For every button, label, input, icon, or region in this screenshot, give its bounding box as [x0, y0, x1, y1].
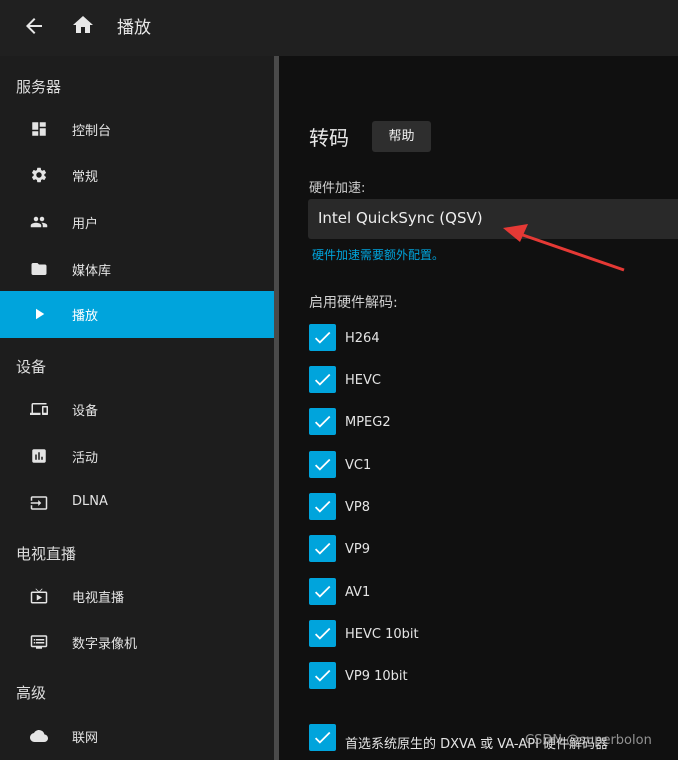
codec-checkbox-vp8[interactable] — [309, 493, 336, 520]
check-icon — [314, 669, 331, 682]
check-icon — [314, 542, 331, 555]
back-arrow-icon[interactable] — [22, 14, 46, 38]
codec-label: VC1 — [345, 458, 372, 473]
sidebar-item-label: 媒体库 — [72, 264, 112, 279]
folder-icon — [31, 263, 47, 275]
sidebar-item-label: 用户 — [72, 217, 99, 232]
codec-label: H264 — [345, 331, 380, 346]
sidebar-item-label: 电视直播 — [72, 591, 125, 606]
check-icon — [314, 585, 331, 598]
sidebar-item-users[interactable]: 用户 — [0, 199, 274, 246]
sidebar-item-dlna[interactable]: DLNA — [0, 480, 274, 527]
dvr-icon — [30, 635, 48, 649]
sidebar-item-activity[interactable]: 活动 — [0, 433, 274, 480]
sidebar-item-label: DLNA — [72, 494, 108, 509]
codec-checkbox-hevc-10bit[interactable] — [309, 620, 336, 647]
watermark: CSDN @superbolon — [525, 733, 652, 748]
top-bar: 播放 — [0, 0, 678, 56]
hw-decode-title: 启用硬件解码: — [309, 295, 398, 311]
hw-accel-selected-value: Intel QuickSync (QSV) — [318, 209, 483, 227]
page-title: 播放 — [117, 18, 151, 38]
sidebar-item-devices[interactable]: 设备 — [0, 386, 274, 433]
home-icon[interactable] — [71, 13, 95, 37]
check-icon — [314, 458, 331, 471]
sidebar-item-live-tv[interactable]: 电视直播 — [0, 573, 274, 620]
help-button[interactable]: 帮助 — [372, 121, 431, 152]
input-icon — [30, 496, 48, 510]
dashboard-icon — [32, 122, 46, 136]
codec-checkbox-h264[interactable] — [309, 324, 336, 351]
check-icon — [314, 331, 331, 344]
hw-accel-config-link[interactable]: 硬件加速需要额外配置。 — [312, 246, 444, 263]
sidebar-item-libraries[interactable]: 媒体库 — [0, 246, 274, 293]
codec-label: HEVC — [345, 373, 381, 388]
gear-icon — [31, 167, 47, 183]
sidebar-item-label: 联网 — [72, 731, 99, 746]
sidebar-item-general[interactable]: 常规 — [0, 152, 274, 199]
hw-accel-label: 硬件加速: — [309, 181, 366, 196]
sidebar-item-label: 播放 — [72, 309, 99, 324]
check-icon — [314, 500, 331, 513]
codec-label: HEVC 10bit — [345, 627, 419, 642]
people-icon — [30, 216, 48, 228]
section-title-advanced: 高级 — [16, 684, 47, 702]
devices-icon — [30, 403, 48, 415]
codec-checkbox-hevc[interactable] — [309, 366, 336, 393]
codec-checkbox-vp9-10bit[interactable] — [309, 662, 336, 689]
codec-label: VP9 — [345, 542, 371, 557]
sidebar-item-dvr[interactable]: 数字录像机 — [0, 619, 274, 666]
cloud-icon — [30, 730, 48, 742]
check-icon — [314, 373, 331, 386]
codec-label: VP8 — [345, 500, 371, 515]
check-icon — [314, 415, 331, 428]
section-heading-transcoding: 转码 — [309, 126, 349, 150]
check-icon — [314, 731, 331, 744]
hw-accel-select[interactable]: Intel QuickSync (QSV) — [308, 199, 678, 239]
codec-label: AV1 — [345, 585, 371, 600]
sidebar-item-playback[interactable]: 播放 — [0, 291, 274, 338]
prefer-native-decoder-checkbox[interactable] — [309, 724, 336, 751]
check-icon — [314, 627, 331, 640]
section-title-devices: 设备 — [16, 358, 47, 376]
codec-checkbox-vc1[interactable] — [309, 451, 336, 478]
section-title-livetv: 电视直播 — [16, 545, 77, 563]
sidebar-item-networking[interactable]: 联网 — [0, 713, 274, 760]
sidebar-item-dashboard[interactable]: 控制台 — [0, 106, 274, 153]
sidebar-item-label: 控制台 — [72, 124, 112, 139]
section-title-server: 服务器 — [16, 78, 62, 96]
codec-label: VP9 10bit — [345, 669, 408, 684]
sidebar-item-label: 常规 — [72, 170, 99, 185]
sidebar-item-label: 活动 — [72, 451, 99, 466]
codec-checkbox-av1[interactable] — [309, 578, 336, 605]
live-tv-icon — [30, 588, 48, 604]
activity-icon — [32, 449, 46, 463]
main-content — [279, 56, 678, 760]
codec-checkbox-mpeg2[interactable] — [309, 408, 336, 435]
codec-label: MPEG2 — [345, 415, 391, 430]
sidebar-item-label: 设备 — [72, 404, 99, 419]
play-icon — [36, 308, 45, 320]
sidebar-item-label: 数字录像机 — [72, 637, 138, 652]
codec-checkbox-vp9[interactable] — [309, 535, 336, 562]
